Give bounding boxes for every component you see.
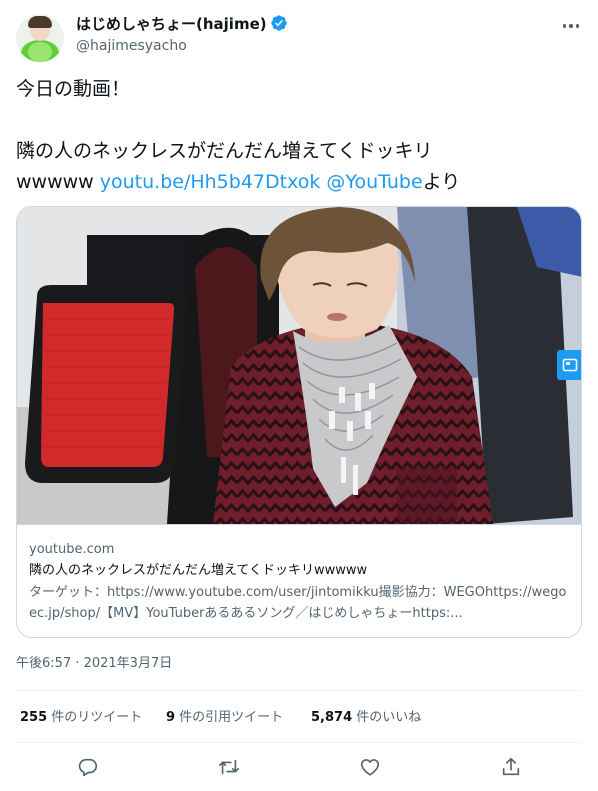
tweet-line-2: 隣の人のネックレスがだんだん増えてくドッキリ (16, 140, 433, 162)
retweets-label: 件のリツイート (47, 710, 143, 725)
retweets-stat[interactable]: 255 件のリツイート (20, 708, 142, 728)
card-description: ターゲット：https://www.youtube.com/user/jinto… (29, 585, 567, 621)
author-handle[interactable]: @hajimesyacho (76, 36, 288, 56)
retweet-icon[interactable] (216, 754, 242, 780)
reply-icon[interactable] (75, 754, 101, 780)
tweet-timestamp[interactable]: 午後6:57 · 2021年3月7日 (16, 654, 172, 674)
quotes-count: 9 (166, 710, 176, 725)
tweet-actions (16, 752, 582, 782)
tweet-text-prefix: wwwww (16, 171, 100, 193)
author-display-name[interactable]: はじめしゃちょー(hajime) (76, 14, 267, 34)
share-icon[interactable] (498, 754, 524, 780)
likes-count: 5,874 (311, 710, 353, 725)
tweet-text: 今日の動画！ 隣の人のネックレスがだんだん増えてくドッキリ wwwww yout… (16, 74, 582, 198)
likes-label: 件のいいね (352, 710, 422, 725)
card-info: youtube.com 隣の人のネックレスがだんだん増えてくドッキリwwwww … (17, 524, 581, 637)
tweet-line-3: wwwww youtu.be/Hh5b47Dtxok @YouTubeより (16, 167, 582, 198)
tweet-text-suffix: より (422, 171, 461, 193)
link-card[interactable]: youtube.com 隣の人のネックレスがだんだん増えてくドッキリwwwww … (16, 206, 582, 638)
avatar[interactable] (16, 14, 64, 62)
like-icon[interactable] (357, 754, 383, 780)
divider (16, 742, 582, 743)
quotes-stat[interactable]: 9 件の引用ツイート (166, 708, 283, 728)
verified-badge-icon (270, 15, 287, 31)
mention-link[interactable]: @YouTube (326, 171, 422, 193)
video-thumbnail[interactable] (17, 207, 581, 524)
media-badge-icon[interactable] (557, 350, 581, 380)
card-title: 隣の人のネックレスがだんだん増えてくドッキリwwwww (29, 563, 368, 578)
likes-stat[interactable]: 5,874 件のいいね (311, 708, 421, 728)
card-domain: youtube.com (29, 542, 115, 557)
quotes-label: 件の引用ツイート (175, 710, 284, 725)
more-options-icon[interactable] (560, 16, 582, 36)
retweets-count: 255 (20, 710, 48, 725)
tweet-header: はじめしゃちょー(hajime) @hajimesyacho (16, 12, 582, 62)
tweet-line-1: 今日の動画！ (16, 78, 131, 100)
author-names: はじめしゃちょー(hajime) @hajimesyacho (76, 14, 288, 56)
thumbnail-image (17, 207, 581, 524)
tweet-link[interactable]: youtu.be/Hh5b47Dtxok (100, 171, 321, 193)
divider (16, 690, 582, 691)
